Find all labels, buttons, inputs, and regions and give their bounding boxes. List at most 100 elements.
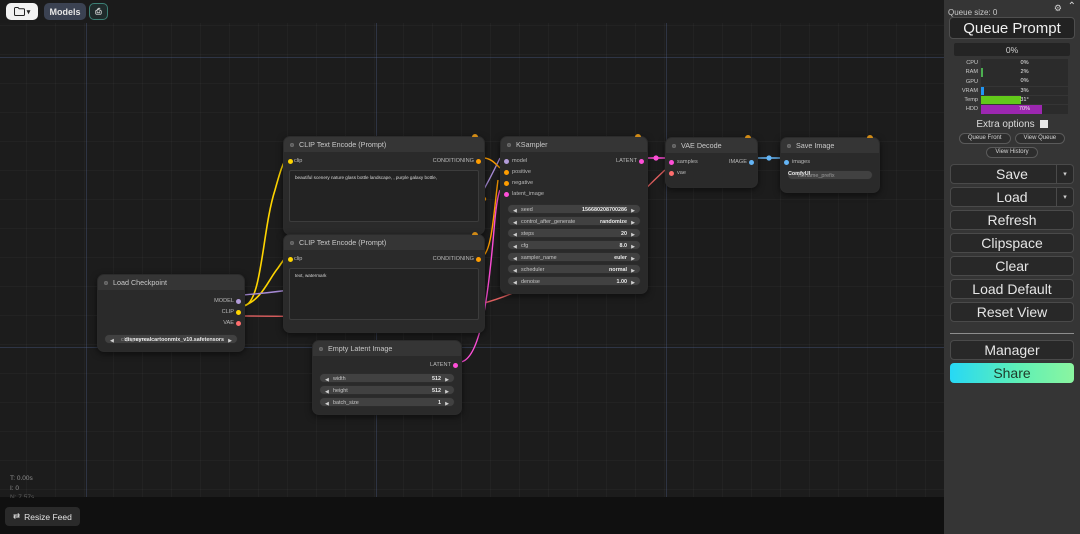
extra-options-row[interactable]: Extra options: [944, 119, 1080, 130]
widget-steps[interactable]: ◀ steps 20 ▶: [507, 228, 641, 238]
comfyui-window: Load Checkpoint MODEL CLIP VAE ◀ ckpt_na…: [0, 0, 1080, 534]
view-queue-button[interactable]: View Queue: [1014, 132, 1066, 144]
widget-next-arrow[interactable]: ▶: [631, 208, 635, 214]
widget-next-arrow[interactable]: ▶: [445, 401, 449, 407]
widget-denoise[interactable]: ◀ denoise 1.00 ▶: [507, 276, 641, 286]
clipspace-button[interactable]: Clipspace: [950, 232, 1074, 253]
widget-ckpt-name[interactable]: ◀ ckpt_name disneyrealcartoonmix_v10.saf…: [104, 334, 238, 344]
widget-control-after-generate[interactable]: ◀ control_after_generate randomize ▶: [507, 216, 641, 226]
node-vae-decode[interactable]: VAE Decode samples IMAGE vae: [665, 135, 758, 188]
widget-prev-arrow[interactable]: ◀: [325, 377, 329, 383]
refresh-button[interactable]: Refresh: [950, 209, 1074, 230]
port-dot-conditioning[interactable]: [476, 257, 481, 262]
port-dot-vae[interactable]: [236, 321, 241, 326]
widget-sampler-name[interactable]: ◀ sampler_name euler ▶: [507, 252, 641, 262]
node-ksampler[interactable]: KSampler model LATENT positive negative: [500, 134, 648, 294]
port-dot-latent[interactable]: [453, 363, 458, 368]
node-output-model[interactable]: MODEL: [98, 296, 244, 307]
node-output-clip[interactable]: CLIP: [98, 307, 244, 318]
widget-next-arrow[interactable]: ▶: [631, 220, 635, 226]
widget-batch-size[interactable]: ◀ batch_size 1 ▶: [319, 397, 455, 407]
folder-menu-button[interactable]: ▾: [6, 3, 38, 20]
gear-icon[interactable]: ⚙: [1054, 3, 1062, 14]
widget-prev-arrow[interactable]: ◀: [513, 244, 517, 250]
chevron-down-icon[interactable]: ▾: [1056, 163, 1073, 184]
save-button[interactable]: Save ▾: [950, 163, 1074, 184]
widget-seed[interactable]: ◀ seed 156680208700286 ▶: [507, 204, 641, 214]
port-dot-latent-image[interactable]: [504, 192, 509, 197]
load-default-button[interactable]: Load Default: [950, 278, 1074, 299]
resize-feed-button[interactable]: ⇄ Resize Feed: [5, 507, 80, 526]
node-clip-text-encode-positive[interactable]: CLIP Text Encode (Prompt) clip CONDITION…: [283, 134, 485, 235]
widget-prev-arrow[interactable]: ◀: [513, 208, 517, 214]
widget-next-arrow[interactable]: ▶: [631, 232, 635, 238]
port-dot-clip[interactable]: [288, 257, 293, 262]
widget-prev-arrow[interactable]: ◀: [513, 268, 517, 274]
reset-view-button[interactable]: Reset View: [950, 301, 1074, 322]
node-input-positive[interactable]: positive: [501, 167, 647, 178]
prompt-textarea[interactable]: beautiful scenery nature glass bottle la…: [289, 170, 479, 222]
widget-prev-arrow[interactable]: ◀: [513, 232, 517, 238]
port-dot-images[interactable]: [784, 160, 789, 165]
node-load-checkpoint[interactable]: Load Checkpoint MODEL CLIP VAE ◀ ckpt_na…: [97, 274, 245, 352]
widget-prev-arrow[interactable]: ◀: [325, 389, 329, 395]
save-workflow-button[interactable]: ⎙: [89, 3, 108, 20]
port-dot-vae[interactable]: [669, 171, 674, 176]
node-clip-text-encode-negative[interactable]: CLIP Text Encode (Prompt) clip CONDITION…: [283, 232, 485, 333]
widget-prev-arrow[interactable]: ◀: [513, 256, 517, 262]
widget-value: 156680208700286: [582, 207, 627, 214]
widget-prev-arrow[interactable]: ◀: [513, 280, 517, 286]
widget-next-arrow[interactable]: ▶: [445, 377, 449, 383]
port-dot-negative[interactable]: [504, 181, 509, 186]
models-button[interactable]: Models: [44, 3, 86, 20]
port-dot-positive[interactable]: [504, 170, 509, 175]
node-graph-canvas[interactable]: Load Checkpoint MODEL CLIP VAE ◀ ckpt_na…: [0, 0, 944, 534]
sidebar-header: Queue size: 0 ⚙ ⌃: [944, 0, 1080, 17]
node-save-image[interactable]: Save Image images filename_prefix ComfyU…: [780, 135, 880, 193]
node-output-latent[interactable]: LATENT: [313, 360, 461, 371]
stat-third: N: 7.57s: [10, 494, 35, 498]
widget-scheduler[interactable]: ◀ scheduler normal ▶: [507, 264, 641, 274]
monitor-row-gpu: GPU 0%: [956, 77, 1068, 86]
widget-next-arrow[interactable]: ▶: [631, 280, 635, 286]
chevron-down-icon[interactable]: ▾: [1056, 186, 1073, 207]
node-title: Save Image: [781, 138, 879, 153]
port-dot-conditioning[interactable]: [476, 159, 481, 164]
load-button[interactable]: Load ▾: [950, 186, 1074, 207]
widget-next-arrow[interactable]: ▶: [631, 268, 635, 274]
collapse-icon[interactable]: ⌃: [1068, 1, 1076, 12]
widget-filename-prefix[interactable]: filename_prefix ComfyUI: [787, 170, 873, 180]
widget-label: sampler_name: [521, 255, 557, 262]
widget-next-arrow[interactable]: ▶: [228, 338, 232, 344]
port-dot-model[interactable]: [504, 159, 509, 164]
node-empty-latent-image[interactable]: Empty Latent Image LATENT ◀ width 512 ▶ …: [312, 340, 462, 415]
clear-button[interactable]: Clear: [950, 255, 1074, 276]
view-history-button[interactable]: View History: [986, 146, 1038, 158]
widget-next-arrow[interactable]: ▶: [631, 256, 635, 262]
share-button[interactable]: Share: [950, 362, 1074, 383]
node-output-vae[interactable]: VAE: [98, 318, 244, 329]
node-input-negative[interactable]: negative: [501, 178, 647, 189]
widget-prev-arrow[interactable]: ◀: [325, 401, 329, 407]
port-dot-clip[interactable]: [236, 310, 241, 315]
port-dot-latent-out[interactable]: [639, 159, 644, 164]
queue-prompt-button[interactable]: Queue Prompt: [949, 17, 1075, 39]
widget-width[interactable]: ◀ width 512 ▶: [319, 373, 455, 383]
node-input-latent-image[interactable]: latent_image: [501, 189, 647, 200]
node-input-vae[interactable]: vae: [666, 168, 757, 179]
widget-cfg[interactable]: ◀ cfg 8.0 ▶: [507, 240, 641, 250]
node-input-images[interactable]: images: [781, 157, 879, 168]
port-dot-model[interactable]: [236, 299, 241, 304]
extra-options-checkbox[interactable]: [1039, 120, 1048, 129]
port-dot-samples[interactable]: [669, 160, 674, 165]
widget-next-arrow[interactable]: ▶: [631, 244, 635, 250]
manager-button[interactable]: Manager: [950, 339, 1074, 360]
port-dot-clip[interactable]: [288, 159, 293, 164]
widget-height[interactable]: ◀ height 512 ▶: [319, 385, 455, 395]
port-dot-image[interactable]: [749, 160, 754, 165]
widget-prev-arrow[interactable]: ◀: [513, 220, 517, 226]
widget-prev-arrow[interactable]: ◀: [110, 338, 114, 344]
widget-next-arrow[interactable]: ▶: [445, 389, 449, 395]
prompt-textarea[interactable]: text, watermark: [289, 268, 479, 320]
queue-front-button[interactable]: Queue Front: [958, 132, 1011, 144]
